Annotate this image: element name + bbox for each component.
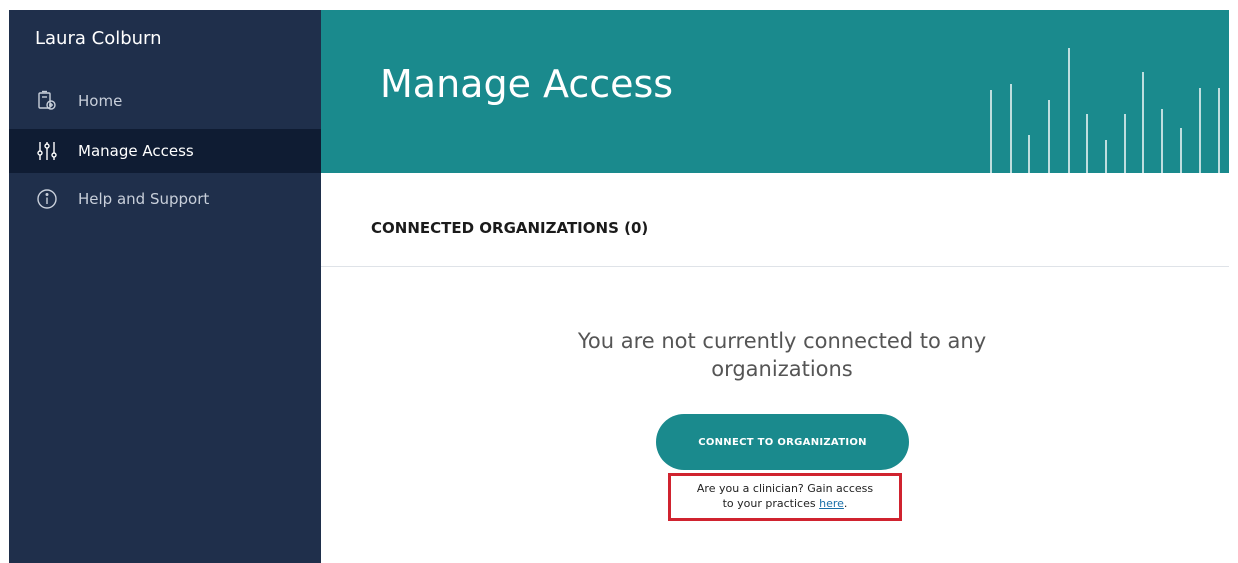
main-content: CONNECTED ORGANIZATIONS (0) You are not … <box>321 173 1229 563</box>
empty-state-message: You are not currently connected to any o… <box>577 329 987 381</box>
decorative-bars-graphic <box>990 48 1220 173</box>
sliders-icon <box>36 140 58 162</box>
clinician-here-link[interactable]: here <box>819 497 844 510</box>
sidebar-item-help-and-support[interactable]: Help and Support <box>9 177 321 221</box>
sidebar-item-label: Help and Support <box>78 190 210 208</box>
clinician-text-prefix: to your practices <box>722 497 820 510</box>
page-header-banner: Manage Access <box>321 10 1229 173</box>
sidebar-item-label: Home <box>78 92 123 110</box>
clipboard-icon <box>36 90 58 112</box>
section-title: CONNECTED ORGANIZATIONS (0) <box>371 219 649 237</box>
info-icon <box>36 188 58 210</box>
clinician-text-line1: Are you a clinician? Gain access <box>696 482 874 495</box>
sidebar: Laura Colburn Home Manage Access Help an… <box>9 10 321 563</box>
page-title: Manage Access <box>380 62 674 106</box>
connect-to-organization-button[interactable]: CONNECT TO ORGANIZATION <box>656 414 909 470</box>
sidebar-item-home[interactable]: Home <box>9 79 321 123</box>
user-name: Laura Colburn <box>35 28 162 49</box>
clinician-access-callout: Are you a clinician? Gain access to your… <box>668 473 902 521</box>
sidebar-item-label: Manage Access <box>78 142 194 160</box>
clinician-text-line2: to your practices here. <box>671 496 899 511</box>
sidebar-item-manage-access[interactable]: Manage Access <box>9 129 321 173</box>
section-header: CONNECTED ORGANIZATIONS (0) <box>321 173 1229 267</box>
clinician-text-end: . <box>843 497 848 510</box>
